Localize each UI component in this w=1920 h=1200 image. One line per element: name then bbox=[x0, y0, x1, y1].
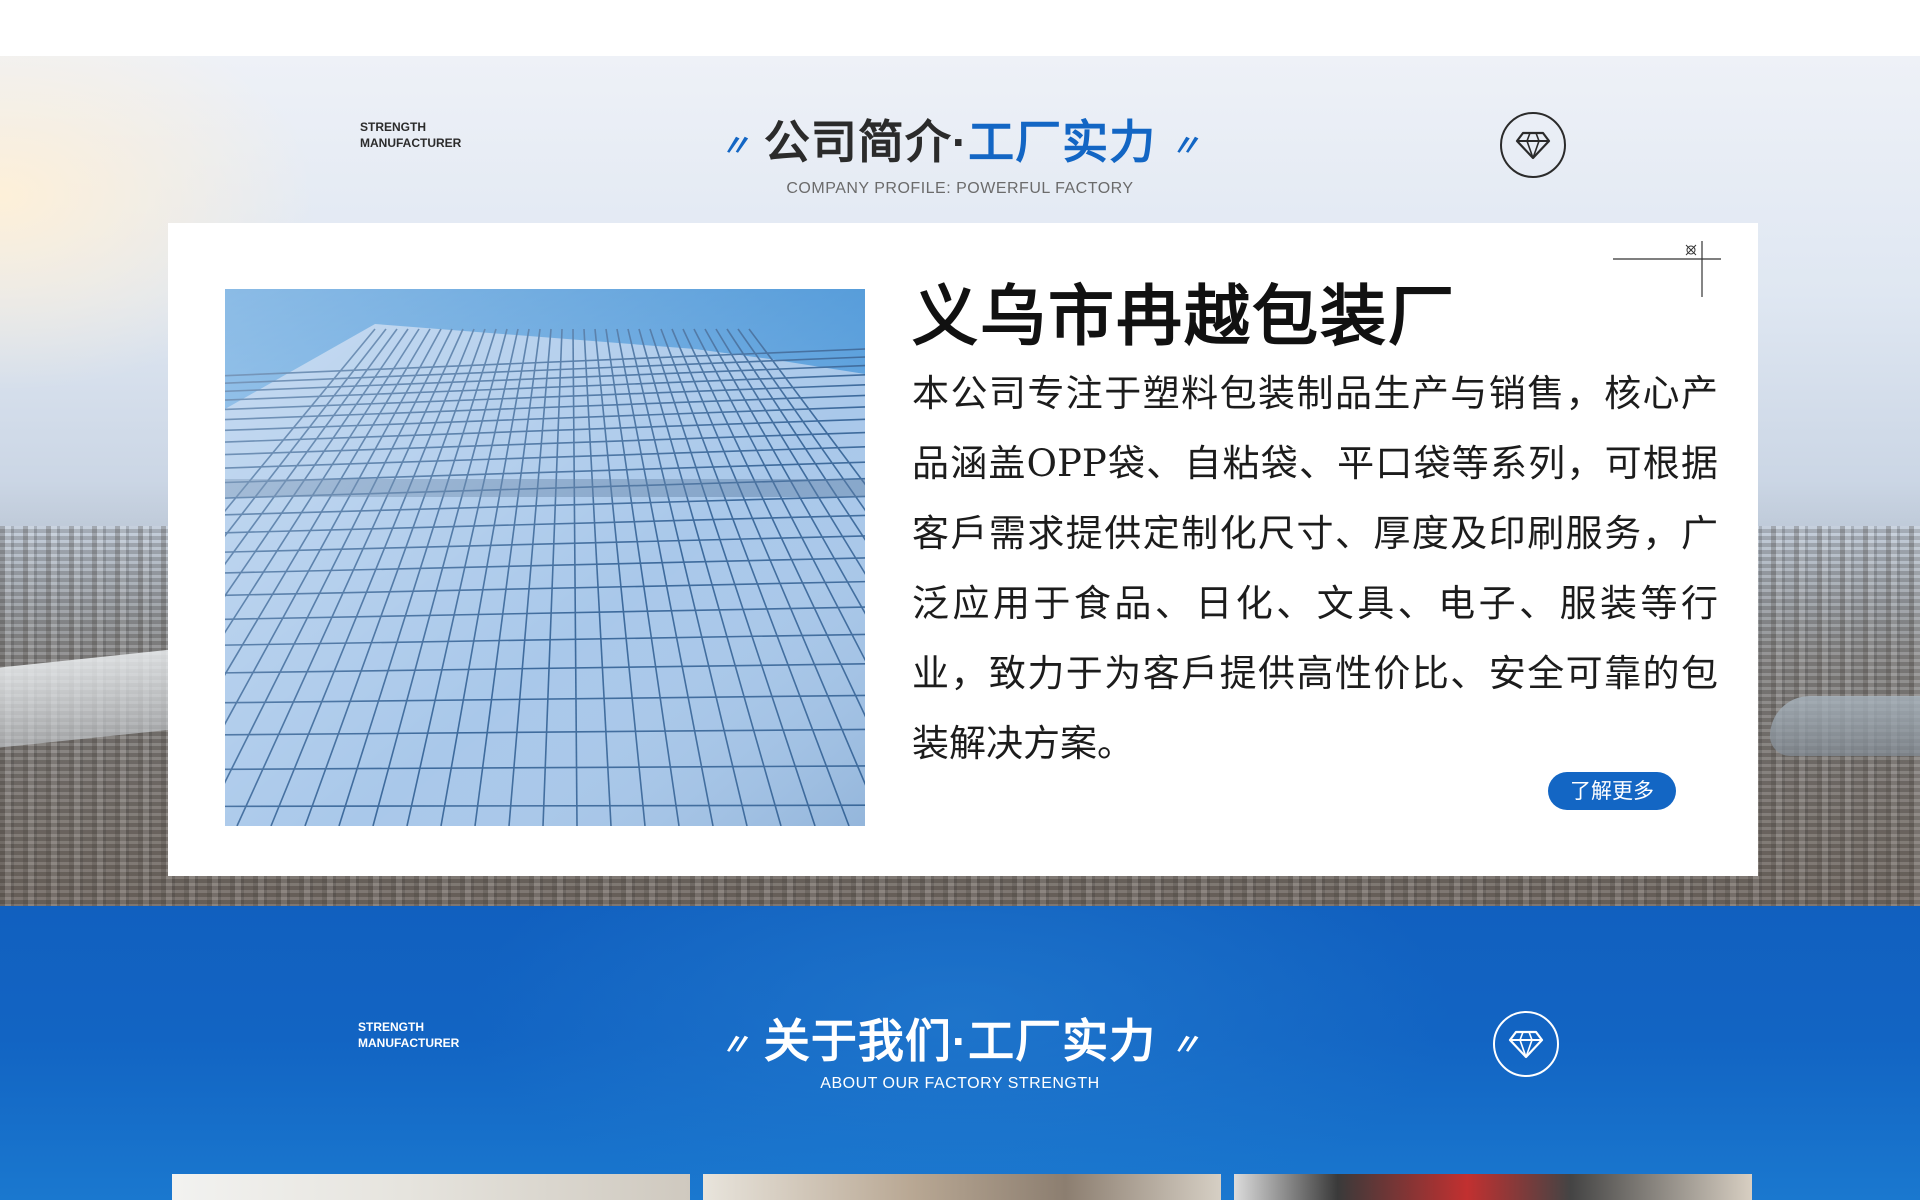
diamond-icon bbox=[1493, 1011, 1559, 1077]
factory-photo-strip bbox=[172, 1174, 1752, 1200]
section-subtitle: COMPANY PROFILE: POWERFUL FACTORY bbox=[786, 180, 1134, 197]
strength-manufacturer-tag: STRENGTH MANUFACTURER bbox=[358, 1019, 459, 1051]
section-title-text: 公司简介·工厂实力 bbox=[764, 116, 1156, 168]
section-title-text: 关于我们·工厂实力 bbox=[763, 1015, 1157, 1067]
tag-line-1: STRENGTH bbox=[358, 1020, 424, 1034]
about-us-section: STRENGTH MANUFACTURER 〃关于我们·工厂实力〃 ABOUT … bbox=[0, 906, 1920, 1200]
company-intro-card: 义乌市冉越包装厂 本公司专注于塑料包装制品生产与销售，核心产品涵盖OPP袋、自粘… bbox=[168, 223, 1758, 876]
factory-photo-2 bbox=[703, 1174, 1221, 1200]
section-subtitle: ABOUT OUR FACTORY STRENGTH bbox=[820, 1075, 1100, 1092]
left-quote-mark: 〃 bbox=[719, 130, 750, 163]
section-title: 〃公司简介·工厂实力〃 COMPANY PROFILE: POWERFUL FA… bbox=[690, 106, 1230, 198]
tag-line-2: MANUFACTURER bbox=[358, 1036, 460, 1050]
right-quote-mark: 〃 bbox=[1170, 130, 1201, 163]
company-name: 义乌市冉越包装厂 bbox=[912, 277, 1456, 355]
learn-more-button[interactable]: 了解更多 bbox=[1548, 772, 1676, 810]
office-building-image bbox=[225, 289, 865, 826]
factory-photo-1 bbox=[172, 1174, 690, 1200]
strength-manufacturer-tag: STRENGTH MANUFACTURER bbox=[360, 119, 461, 151]
tag-line-1: STRENGTH bbox=[360, 120, 426, 134]
company-description: 本公司专注于塑料包装制品生产与销售，核心产品涵盖OPP袋、自粘袋、平口袋等系列，… bbox=[912, 372, 1718, 765]
right-quote-mark: 〃 bbox=[1170, 1029, 1201, 1062]
tag-line-2: MANUFACTURER bbox=[360, 136, 462, 150]
title-part-blue: 工厂实力 bbox=[968, 116, 1157, 168]
title-part-dark: 公司简介· bbox=[763, 116, 969, 168]
diamond-icon bbox=[1500, 112, 1566, 178]
section-title: 〃关于我们·工厂实力〃 ABOUT OUR FACTORY STRENGTH bbox=[690, 1005, 1230, 1093]
crosshair-decoration-icon bbox=[1613, 241, 1721, 297]
river-background-right bbox=[1770, 696, 1920, 756]
factory-photo-3 bbox=[1234, 1174, 1752, 1200]
left-quote-mark: 〃 bbox=[719, 1029, 750, 1062]
